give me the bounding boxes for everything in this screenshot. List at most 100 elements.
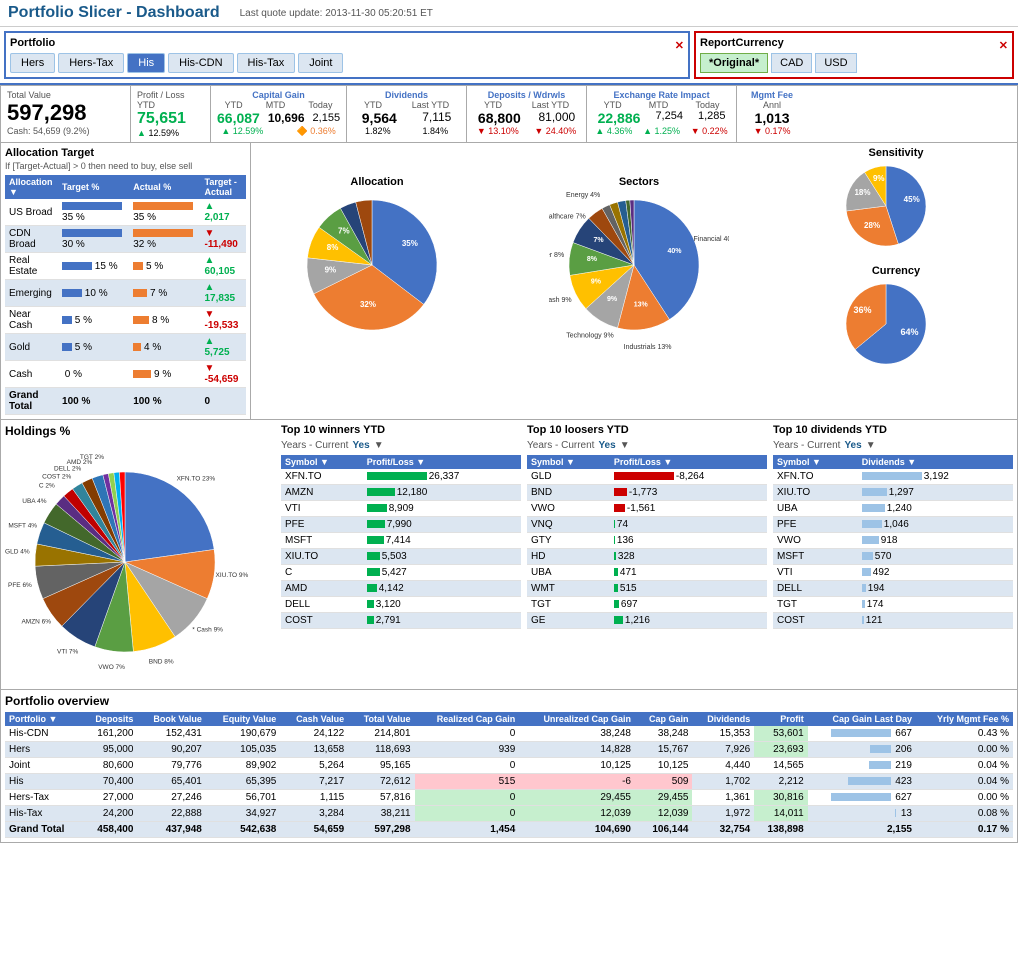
winners-col-symbol: Symbol ▼ xyxy=(281,455,363,469)
pie-label: 9% xyxy=(325,265,337,274)
ov-fee: 0.04 % xyxy=(916,758,1013,774)
div-value: 1,240 xyxy=(858,501,1013,517)
currency-tabs: *Original* CAD USD xyxy=(700,53,1008,73)
ov-name: His-CDN xyxy=(5,726,82,742)
ov-unrealcap: 14,828 xyxy=(519,742,635,758)
winners-value: 26,337 xyxy=(363,469,521,485)
overview-row: Joint 80,600 79,776 89,902 5,264 95,165 … xyxy=(5,758,1013,774)
div-sublabels: YTD Last YTD xyxy=(353,100,460,110)
pie-label: 45% xyxy=(904,195,920,204)
tab-his[interactable]: His xyxy=(127,53,165,73)
ov-col-equity: Equity Value xyxy=(206,712,280,726)
div-symbol: DELL xyxy=(773,581,858,597)
alloc-row: Emerging 10 % 7 % ▲ 17,835 xyxy=(5,280,246,307)
losers-symbol: HD xyxy=(527,549,610,565)
tab-his-cdn[interactable]: His-CDN xyxy=(168,53,233,73)
portfolio-box: Portfolio ✕ Hers Hers-Tax His His-CDN Hi… xyxy=(4,31,690,79)
currency-original[interactable]: *Original* xyxy=(700,53,768,73)
ov-dividends: 15,353 xyxy=(692,726,754,742)
alloc-row: US Broad 35 % 35 % ▲ 2,017 xyxy=(5,199,246,226)
currency-clear-btn[interactable]: ✕ xyxy=(999,39,1008,52)
pie-label: 36% xyxy=(853,305,871,315)
dep-values: 68,800 81,000 xyxy=(473,110,580,126)
ov-dividends: 1,972 xyxy=(692,806,754,822)
tab-hers[interactable]: Hers xyxy=(10,53,55,73)
ov-total: 72,612 xyxy=(348,774,414,790)
cash-value: Cash: 54,659 (9.2%) xyxy=(7,126,124,136)
ov-dividends: 4,440 xyxy=(692,758,754,774)
pie-label: 32% xyxy=(360,300,376,309)
ov-name: Hers-Tax xyxy=(5,790,82,806)
dividends-filter-icon[interactable]: ▼ xyxy=(866,440,876,451)
currency-usd[interactable]: USD xyxy=(815,53,856,73)
alloc-col-actual: Actual % xyxy=(129,175,200,199)
ov-col-div: Dividends xyxy=(692,712,754,726)
exc-ytd-label: YTD xyxy=(604,100,622,110)
winners-symbol: C xyxy=(281,565,363,581)
cap-gain-values: 66,087 10,696 2,155 xyxy=(217,110,340,126)
tab-his-tax[interactable]: His-Tax xyxy=(237,53,296,73)
ov-book: 90,207 xyxy=(137,742,205,758)
losers-value: 136 xyxy=(610,533,767,549)
tab-joint[interactable]: Joint xyxy=(298,53,343,73)
ov-capgain: 509 xyxy=(635,774,693,790)
exc-today-label: Today xyxy=(695,100,719,110)
alloc-name: CDN Broad xyxy=(5,226,58,253)
ov-total: 57,816 xyxy=(348,790,414,806)
exc-pcts: ▲ 4.36% ▲ 1.25% ▼ 0.22% xyxy=(593,126,730,136)
ov-col-deposits: Deposits xyxy=(82,712,138,726)
alloc-row: Real Estate 15 % 5 % ▲ 60,105 xyxy=(5,253,246,280)
ov-profit: 53,601 xyxy=(754,726,807,742)
ov-unrealcap: -6 xyxy=(519,774,635,790)
div-pcts: 1.82% 1.84% xyxy=(353,126,460,136)
dividends-row: DELL 194 xyxy=(773,581,1013,597)
winners-row: DELL 3,120 xyxy=(281,597,521,613)
portfolio-clear-btn[interactable]: ✕ xyxy=(675,39,684,52)
tab-hers-tax[interactable]: Hers-Tax xyxy=(58,53,124,73)
div-value: 121 xyxy=(858,613,1013,629)
ov-cash: 24,122 xyxy=(280,726,348,742)
dividends-row: UBA 1,240 xyxy=(773,501,1013,517)
ov-equity: 56,701 xyxy=(206,790,280,806)
allocation-chart-title: Allocation xyxy=(350,176,403,188)
dividends-filter: Years - Current Yes ▼ xyxy=(773,440,1013,451)
losers-symbol: UBA xyxy=(527,565,610,581)
div-symbol: XFN.TO xyxy=(773,469,858,485)
dividends-block: Dividends YTD Last YTD 9,564 7,115 1.82%… xyxy=(347,86,467,142)
holdings-label: DELL 2% xyxy=(54,465,81,472)
cap-mtd-val: 10,696 xyxy=(268,111,305,125)
holdings-label: TGT 2% xyxy=(80,454,104,461)
ov-capgain: 15,767 xyxy=(635,742,693,758)
currency-cad[interactable]: CAD xyxy=(771,53,812,73)
holdings-label: MSFT 4% xyxy=(8,522,37,529)
ov-col-capgain: Cap Gain xyxy=(635,712,693,726)
cap-gain-sublabels: YTD MTD Today xyxy=(217,100,340,110)
alloc-diff: ▲ 2,017 xyxy=(200,199,246,226)
holdings-label: * Cash 9% xyxy=(192,627,223,634)
ov-lastday: 667 xyxy=(808,726,916,742)
exc-ytd: 22,886 xyxy=(598,110,641,126)
ov-fee: 0.00 % xyxy=(916,790,1013,806)
deposits-label: Deposits / Wdrwls xyxy=(473,90,580,100)
losers-filter-icon[interactable]: ▼ xyxy=(620,440,630,451)
ov-capgain: 29,455 xyxy=(635,790,693,806)
profit-ytd: 75,651 xyxy=(137,110,204,128)
dividends-row: XFN.TO 3,192 xyxy=(773,469,1013,485)
overview-row: Hers-Tax 27,000 27,246 56,701 1,115 57,8… xyxy=(5,790,1013,806)
ov-realcap: 515 xyxy=(415,774,520,790)
alloc-target: 35 % xyxy=(58,199,129,226)
ov-realcap: 0 xyxy=(415,726,520,742)
exchange-block: Exchange Rate Impact YTD MTD Today 22,88… xyxy=(587,86,737,142)
allocation-title: Allocation Target xyxy=(5,147,246,159)
div-symbol: COST xyxy=(773,613,858,629)
ov-name: Hers xyxy=(5,742,82,758)
cap-today-val: 2,155 xyxy=(313,112,341,124)
pie-label: 9% xyxy=(873,174,885,183)
pie-label: 40% xyxy=(667,248,682,255)
winners-filter-icon[interactable]: ▼ xyxy=(374,440,384,451)
ov-col-profit: Profit xyxy=(754,712,807,726)
ov-unrealcap: 12,039 xyxy=(519,806,635,822)
cap-mtd-label: MTD xyxy=(266,100,286,110)
ov-lastday: 627 xyxy=(808,790,916,806)
ov-capgain: 10,125 xyxy=(635,758,693,774)
